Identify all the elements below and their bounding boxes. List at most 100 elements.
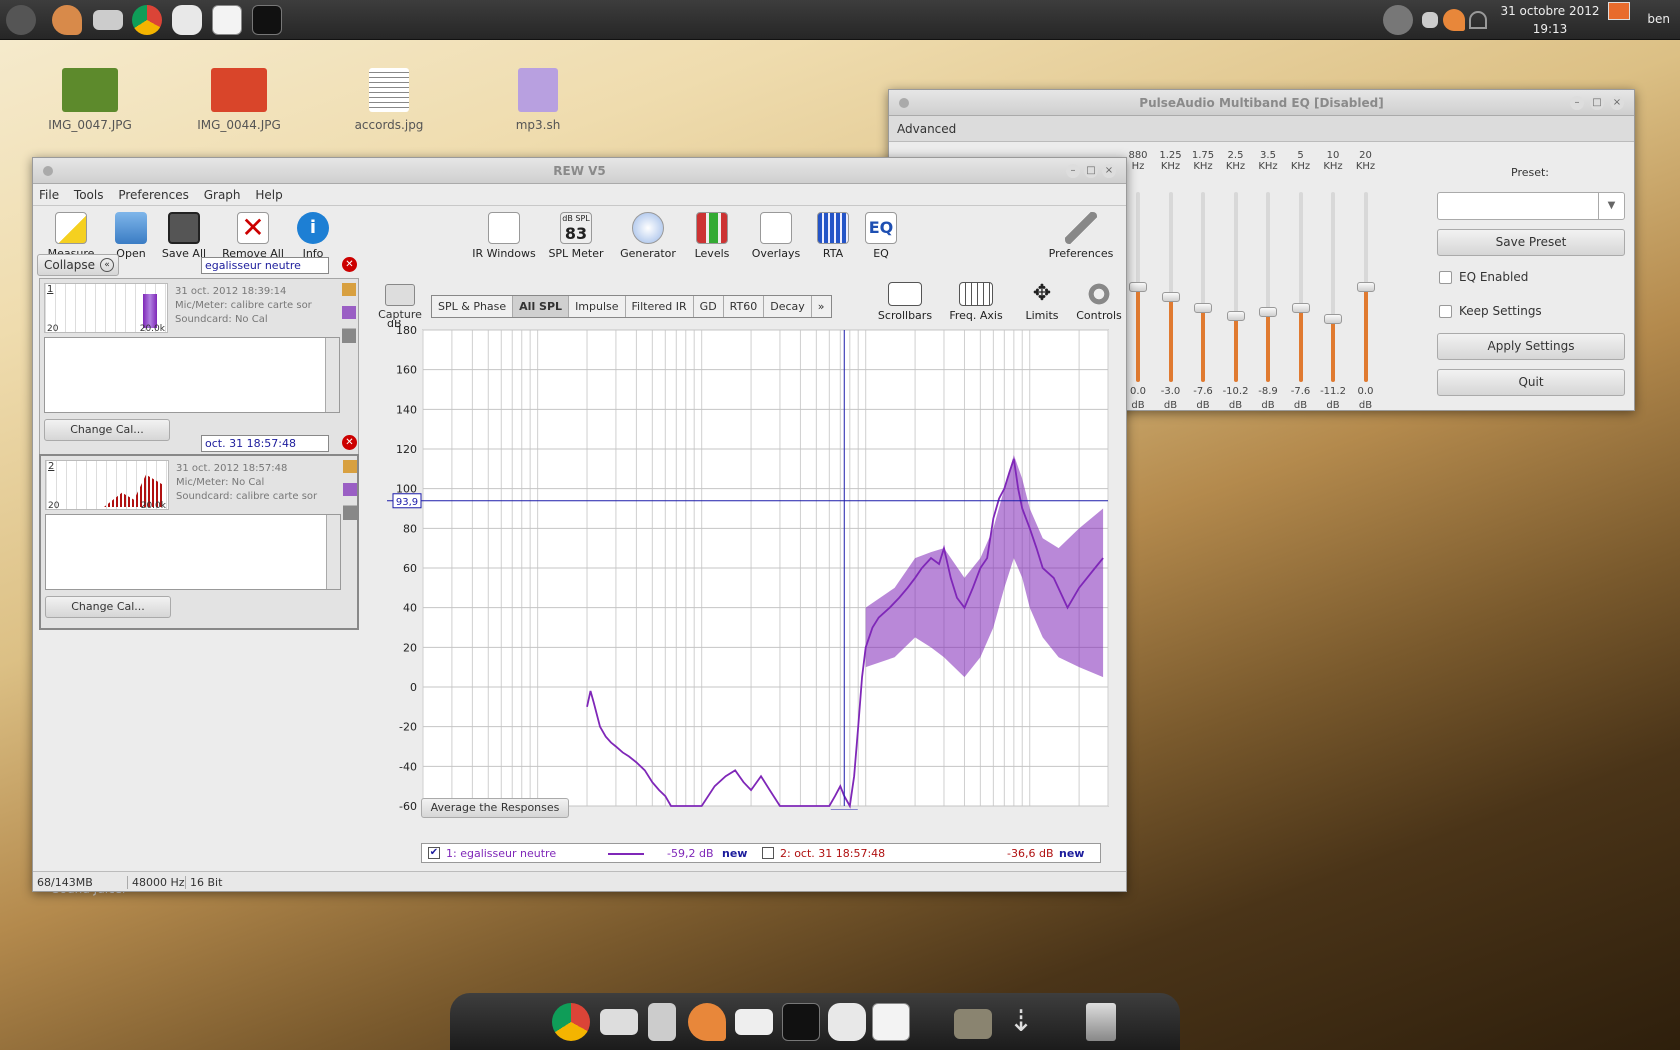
tab-impulse[interactable]: Impulse [569,296,626,317]
menu-help[interactable]: Help [255,188,282,202]
measurement-name-field-1[interactable]: egalisseur neutre [201,257,329,274]
scrollbar[interactable] [325,338,339,412]
sound-juicer-icon[interactable] [1443,9,1465,31]
terminal-icon[interactable] [782,1003,820,1041]
eq-band-6[interactable]: 10 KHz -11.2 dB [1316,90,1350,411]
java-icon[interactable] [212,5,242,35]
bag-icon[interactable] [828,1003,866,1041]
average-responses-button[interactable]: Average the Responses [421,798,569,818]
sync-icon[interactable] [1383,5,1413,35]
search-icon[interactable] [1422,12,1438,28]
change-cal-button-1[interactable]: Change Cal... [44,419,170,441]
eq-band-1[interactable]: 1.25 KHz -3.0 dB [1154,90,1188,411]
chevron-down-icon[interactable]: ▼ [1598,193,1624,219]
mail-icon[interactable] [600,1009,638,1035]
generator-button[interactable]: Generator [617,212,679,260]
sound-juicer-icon[interactable] [52,5,82,35]
tab-more[interactable]: » [812,296,831,317]
user-name[interactable]: ben [1647,12,1670,26]
close-icon[interactable]: × [1102,164,1116,178]
preset-combo[interactable]: ▼ [1437,192,1625,220]
sound-juicer-icon[interactable] [688,1003,726,1041]
tab-rt60[interactable]: RT60 [724,296,765,317]
maximize-icon[interactable]: □ [1590,96,1604,110]
spl-meter-button[interactable]: dB SPL 83 SPL Meter [545,212,607,260]
minimize-icon[interactable]: – [1066,164,1080,178]
tab-gd[interactable]: GD [694,296,724,317]
eq-band-4[interactable]: 3.5 KHz -8.9 dB [1251,90,1285,411]
ir-windows-button[interactable]: IR Windows [471,212,537,260]
apply-settings-button[interactable]: Apply Settings [1437,333,1625,360]
band-slider-handle[interactable] [1324,314,1342,325]
info-button[interactable]: i Info [295,212,331,260]
chrome-icon[interactable] [132,5,162,35]
eq-band-5[interactable]: 5 KHz -7.6 dB [1284,90,1318,411]
capture-button[interactable]: Capture [377,284,423,321]
minimize-icon[interactable]: – [1570,96,1584,110]
open-button[interactable]: Open [111,212,151,260]
save-preset-button[interactable]: Save Preset [1437,229,1625,256]
save-all-button[interactable]: Save All [159,212,209,260]
close-icon[interactable]: × [1610,96,1624,110]
desktop-icon-accords[interactable]: accords.jpg [334,68,444,132]
workspace-switcher[interactable] [1608,2,1630,20]
measurement-card-2[interactable]: 2 20 20.0k 31 oct. 2012 18:57:48 Mic/Met… [39,454,359,630]
eq-enabled-checkbox[interactable] [1439,271,1452,284]
legend-checkbox-1[interactable]: ✔ [428,847,440,859]
bag-icon[interactable] [172,5,202,35]
rta-button[interactable]: RTA [815,212,851,260]
levels-button[interactable]: Levels [689,212,735,260]
eq-button[interactable]: EQ EQ [863,212,899,260]
measurement-tool-icons[interactable] [342,283,356,343]
menu-preferences[interactable]: Preferences [118,188,189,202]
folder-icon[interactable] [954,1009,992,1039]
delete-measurement-icon[interactable]: ✕ [342,257,357,272]
measurement-notes-2[interactable] [45,514,341,590]
tab-decay[interactable]: Decay [764,296,812,317]
spl-chart[interactable]: 180160140120100806040200-20-40-602345681… [373,320,1123,810]
download-icon[interactable]: ⇣ [1002,1003,1040,1041]
measurement-card-1[interactable]: 1 20 20.0k 31 oct. 2012 18:39:14 Mic/Met… [39,278,359,460]
quit-button[interactable]: Quit [1437,369,1625,396]
scrollbars-button[interactable]: Scrollbars [875,282,935,322]
tab-advanced[interactable]: Advanced [897,122,956,136]
keep-settings-checkbox[interactable] [1439,305,1452,318]
band-slider-handle[interactable] [1194,302,1212,313]
wifi-icon[interactable] [1469,11,1487,29]
band-slider-handle[interactable] [1356,282,1375,292]
controls-button[interactable]: Controls [1073,282,1125,322]
overlays-button[interactable]: Overlays [749,212,803,260]
measurement-name-field-2[interactable]: oct. 31 18:57:48 [201,435,329,452]
legend-checkbox-2[interactable] [762,847,774,859]
band-slider-handle[interactable] [1129,282,1147,292]
tab-spl-phase[interactable]: SPL & Phase [432,296,514,317]
collapse-button[interactable]: Collapse « [37,254,119,276]
scrollbar[interactable] [326,515,340,589]
desktop-icon-mp3sh[interactable]: mp3.sh [483,68,593,132]
mail-icon[interactable] [93,10,123,30]
files-icon[interactable] [648,1003,676,1041]
freq-axis-button[interactable]: Freq. Axis [945,282,1007,322]
measurement-notes-1[interactable] [44,337,340,413]
tab-all-spl[interactable]: All SPL [513,296,570,317]
menu-file[interactable]: File [39,188,59,202]
preferences-button[interactable]: Preferences [1041,212,1121,260]
band-slider-handle[interactable] [1291,302,1310,313]
terminal-icon[interactable] [252,5,282,35]
maximize-icon[interactable]: □ [1084,164,1098,178]
measure-button[interactable]: Measure [43,212,99,260]
keyboard-icon[interactable] [735,1009,773,1035]
measurement-tool-icons[interactable] [343,460,357,520]
tab-filtered-ir[interactable]: Filtered IR [626,296,694,317]
delete-measurement-icon[interactable]: ✕ [342,435,357,450]
rew-titlebar[interactable]: REW V5 – □ × [33,158,1126,184]
band-slider-handle[interactable] [1259,306,1277,317]
trash-icon[interactable] [1086,1003,1116,1041]
clock[interactable]: 31 octobre 2012 19:13 [1495,2,1605,38]
eq-band-3[interactable]: 2.5 KHz -10.2 dB [1219,90,1253,411]
band-slider-handle[interactable] [1161,291,1180,302]
eq-band-7[interactable]: 20 KHz 0.0 dB [1349,90,1383,411]
menu-tools[interactable]: Tools [74,188,104,202]
change-cal-button-2[interactable]: Change Cal... [45,596,171,618]
desktop-icon-img0044[interactable]: IMG_0044.JPG [184,68,294,132]
